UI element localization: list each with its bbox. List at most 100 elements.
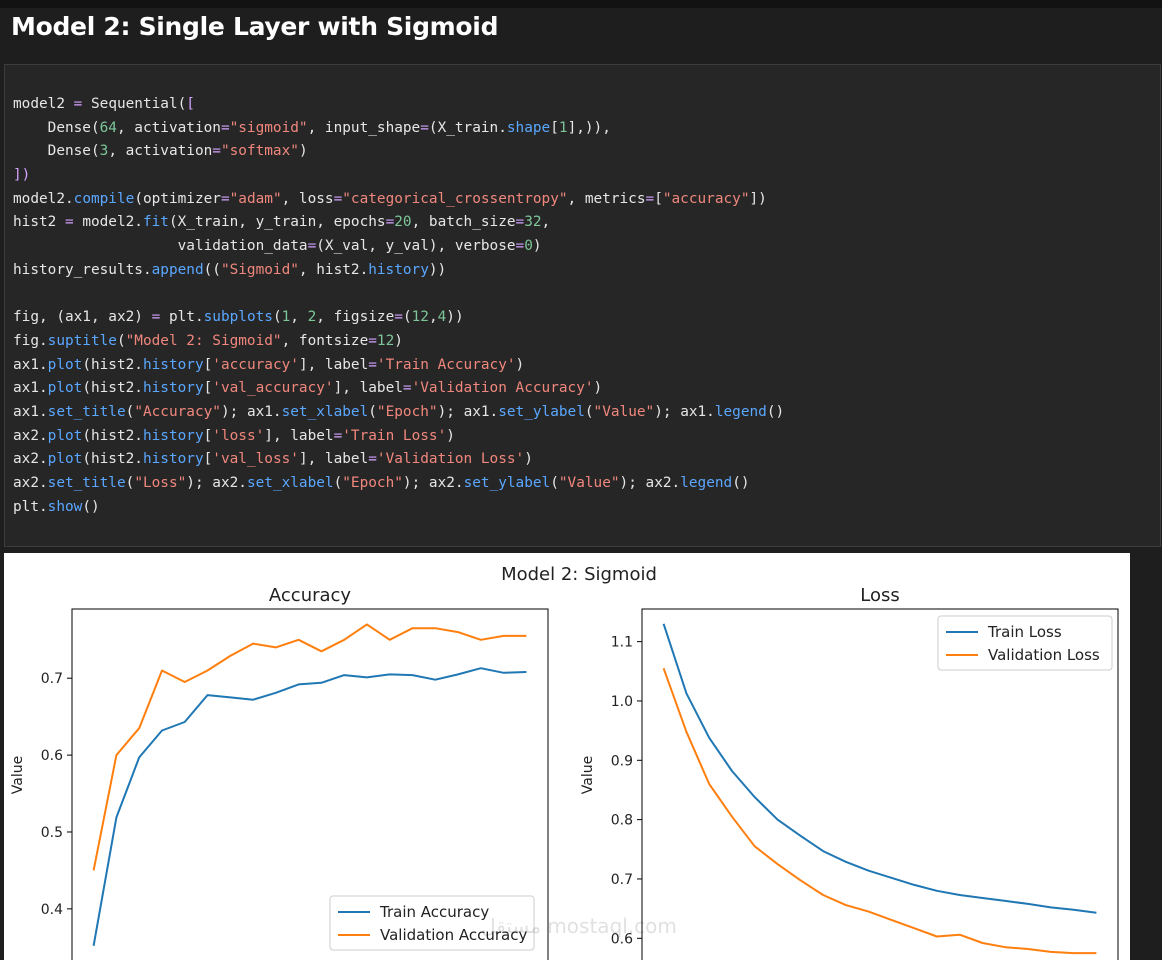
code-token: 1	[558, 119, 568, 136]
code-token: Sequential(	[82, 96, 187, 112]
code-token: ax1.	[13, 380, 48, 397]
loss-legend-label: Validation Loss	[988, 646, 1100, 664]
code-editor[interactable]: model2 = Sequential([ Dense(64, activati…	[13, 93, 784, 519]
code-token: 32	[524, 214, 542, 231]
code-token: (	[402, 309, 412, 326]
loss-ytick-label: 1.0	[611, 694, 633, 710]
code-line: Dense(3, activation="softmax")	[13, 140, 784, 164]
code-token: suptitle	[47, 332, 117, 349]
code-token: =	[385, 214, 395, 231]
code-token: ax2.	[13, 427, 48, 444]
code-token: [	[203, 356, 213, 373]
code-token: ()	[766, 403, 785, 420]
code-token: 'val_accuracy'	[212, 380, 334, 397]
code-token: , fontsize	[281, 332, 369, 349]
code-token: , activation	[108, 143, 213, 160]
loss-ylabel: Value	[580, 756, 596, 794]
accuracy-legend-label: Train Accuracy	[379, 903, 489, 921]
code-token: legend	[680, 475, 733, 491]
loss-ytick-label: 0.8	[611, 813, 633, 829]
code-token: ])	[749, 190, 767, 207]
code-token: ))	[428, 261, 447, 278]
accuracy-ytick-label: 0.7	[41, 671, 63, 687]
code-token: "Accuracy"	[134, 403, 221, 420]
code-token: (hist2.	[82, 427, 143, 444]
code-token: ], label	[298, 356, 369, 373]
code-token: Dense(	[13, 143, 100, 160]
output-figure: Model 2: Sigmoid Accuracy Value 0.4 0.5 0.6 0…	[10, 564, 1119, 960]
code-token: plt.	[13, 498, 48, 515]
code-token: )	[515, 356, 525, 373]
code-token: , activation	[116, 119, 221, 136]
code-token: ,	[541, 214, 551, 231]
code-token: ); ax2.	[402, 475, 464, 491]
code-token: , figsize	[316, 309, 395, 326]
code-token: set_title	[47, 403, 126, 420]
code-token: =	[220, 190, 230, 207]
code-token: "Sigmoid"	[220, 261, 299, 278]
cell-output: Model 2: Sigmoid Accuracy Value 0.4 0.5 0.6 0…	[4, 553, 1130, 960]
watermark: مستقل mostaql.com	[481, 914, 677, 938]
code-token: , hist2.	[298, 261, 369, 278]
code-token: plt.	[160, 309, 204, 326]
code-token: 4	[437, 309, 447, 326]
code-token: validation_data	[13, 238, 308, 255]
code-token: model2	[13, 96, 74, 112]
code-token: =	[220, 119, 230, 136]
code-token: =	[307, 238, 317, 255]
code-token: )	[593, 380, 603, 397]
code-line: fig.suptitle("Model 2: Sigmoid", fontsiz…	[13, 330, 784, 354]
code-token: fig.	[13, 332, 48, 349]
loss-ytick-label: 0.7	[611, 872, 633, 888]
code-cell[interactable]: model2 = Sequential([ Dense(64, activati…	[4, 64, 1161, 547]
code-token: hist2	[13, 214, 65, 231]
code-token: "accuracy"	[662, 190, 750, 207]
loss-legend: Train Loss Validation Loss	[937, 615, 1113, 671]
loss-legend-label: Train Loss	[987, 623, 1062, 641]
code-token: [	[203, 427, 213, 444]
code-token: ], label	[264, 427, 334, 444]
code-token: 'Train Loss'	[342, 427, 447, 444]
accuracy-ytick-label: 0.4	[41, 902, 63, 918]
code-token: (X_val, y_val), verbose	[316, 238, 516, 255]
code-token: history	[142, 451, 204, 468]
code-token: "adam"	[229, 190, 282, 207]
code-token: =	[402, 380, 412, 397]
loss-axes: LossValue0.60.70.80.91.01.1Train LossVal…	[580, 585, 1119, 960]
code-token: Dense(	[13, 119, 100, 136]
code-token: , metrics	[567, 190, 646, 207]
code-token: ((	[203, 261, 221, 278]
code-token: ()	[82, 498, 100, 515]
code-token: =	[368, 451, 377, 468]
accuracy-ylabel: Value	[10, 756, 26, 794]
code-token: ])	[13, 167, 31, 184]
code-token: (hist2.	[82, 380, 143, 397]
code-token: 3	[99, 143, 109, 160]
code-line: history_results.append(("Sigmoid", hist2…	[13, 259, 784, 283]
code-token: 'Train Accuracy'	[376, 356, 516, 373]
code-token: 'Validation Accuracy'	[411, 380, 594, 397]
code-token: )	[394, 332, 403, 349]
code-token: =	[515, 238, 525, 255]
code-token: ); ax1.	[654, 403, 715, 420]
code-token: )	[532, 238, 542, 255]
code-token: ],)),	[567, 119, 611, 136]
code-token: set_xlabel	[246, 475, 334, 491]
code-token: "categorical_crossentropy"	[342, 190, 568, 207]
loss-ytick-label: 1.1	[611, 635, 633, 651]
code-token: ax2.	[13, 475, 48, 491]
code-token: (X_train, y_train, epochs	[168, 214, 386, 231]
code-line: model2 = Sequential([	[13, 93, 784, 117]
code-token: set_ylabel	[498, 403, 585, 420]
code-token: ))	[446, 309, 464, 326]
top-bar	[0, 0, 1162, 8]
code-token: ); ax1.	[437, 403, 499, 420]
code-token: plot	[47, 427, 83, 444]
code-token: set_xlabel	[281, 403, 369, 420]
code-token: (	[550, 475, 559, 491]
code-line: Dense(64, activation="sigmoid", input_sh…	[13, 117, 784, 141]
code-token: 'accuracy'	[212, 356, 299, 373]
code-line: ax1.plot(hist2.history['val_accuracy'], …	[13, 377, 784, 401]
code-line: hist2 = model2.fit(X_train, y_train, epo…	[13, 211, 784, 235]
